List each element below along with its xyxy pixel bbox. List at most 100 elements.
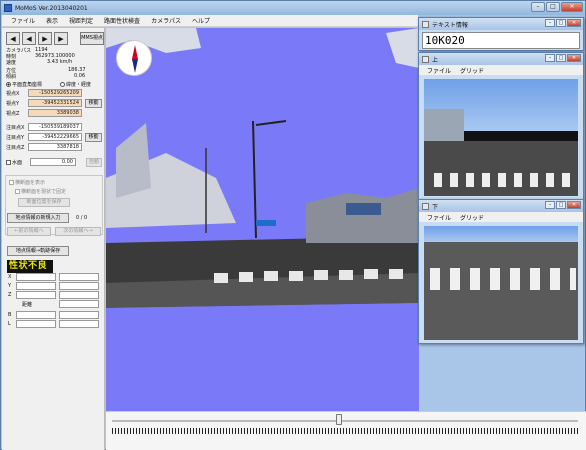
next-frame-button[interactable]: ▶	[38, 32, 52, 45]
target-move-button[interactable]: 移動	[85, 133, 102, 142]
slider-thumb[interactable]	[336, 414, 342, 425]
coord-plane-radio[interactable]: 平面直角座標	[6, 81, 42, 88]
bottom-min-button[interactable]: –	[545, 201, 555, 209]
water-checkbox[interactable]: 水面	[6, 159, 22, 166]
distance-field[interactable]	[59, 300, 99, 308]
location-save-button[interactable]: 地点情報→軌跡保存	[7, 246, 69, 256]
radio-dot-on	[6, 82, 11, 87]
window-icon	[422, 202, 429, 210]
menu-bar: ファイル 表示 視距判定 路面性状検査 カメラパス ヘルプ	[2, 15, 418, 27]
viewpoint-x-label: 視点X	[6, 91, 20, 97]
prev-location-button[interactable]: ←前の情報へ	[7, 227, 51, 236]
slider-track	[112, 420, 578, 422]
top-close-button[interactable]: ✕	[567, 54, 581, 62]
speed-label: 速度	[6, 60, 17, 66]
target-z-label: 注目点Z	[6, 145, 25, 151]
point-cloud-viewer[interactable]	[106, 28, 419, 411]
coord-latlon-radio[interactable]: 緯度・経度	[60, 81, 91, 88]
minimize-button[interactable]: –	[531, 2, 545, 12]
viewpoint-y-label: 視点Y	[6, 101, 20, 107]
top-max-button[interactable]: □	[556, 54, 566, 62]
window-icon	[422, 55, 429, 63]
show-section-label: 横断面を表示	[15, 180, 46, 186]
viewpoint-move-button[interactable]: 移動	[85, 99, 102, 108]
text-info-window: テキスト情報 – □ ✕ 10K020	[418, 17, 584, 51]
section-group: 横断面を表示 横断面を現状で固定 断面位置を保存	[5, 175, 103, 235]
speed-value: 3.43 km/h	[47, 59, 73, 65]
bottom-road	[424, 242, 578, 340]
close-button[interactable]: ✕	[561, 2, 583, 12]
radio-dot-off	[60, 82, 65, 87]
checkbox-box	[15, 189, 20, 194]
top-min-button[interactable]: –	[545, 54, 555, 62]
show-section-checkbox[interactable]: 横断面を表示	[9, 179, 45, 186]
distance-label: 距離	[22, 302, 33, 308]
top-window-title: 上	[432, 56, 439, 64]
measure-b2-field[interactable]	[59, 311, 99, 319]
location-new-button[interactable]: 地点情報の新規入力	[7, 213, 69, 223]
prev-frame-button[interactable]: ◀	[22, 32, 36, 45]
measure-b1-field[interactable]	[16, 311, 56, 319]
save-section-button[interactable]: 断面位置を保存	[18, 198, 70, 207]
measure-x2-field[interactable]	[59, 273, 99, 281]
viewpoint-z-field[interactable]: 3389038	[28, 109, 82, 117]
measure-x-label: X	[8, 274, 12, 280]
point-cloud-scene	[106, 28, 419, 411]
measure-y2-field[interactable]	[59, 282, 99, 290]
viewpoint-y-field[interactable]: -39452331524	[28, 99, 82, 107]
location-count: 0 / 0	[76, 215, 88, 221]
coord-plane-label: 平面直角座標	[12, 82, 43, 88]
first-frame-button[interactable]: ◀	[6, 32, 20, 45]
top-camera-window: 上 – □ ✕ ファイル グリッド	[418, 52, 584, 200]
text-info-title: テキスト情報	[432, 21, 468, 29]
measure-x1-field[interactable]	[16, 273, 56, 281]
measure-z1-field[interactable]	[16, 291, 56, 299]
window-title: MoMoS Ver.2013040201	[15, 4, 88, 12]
text-max-button[interactable]: □	[556, 19, 566, 27]
app-icon	[4, 4, 12, 12]
measure-l2-field[interactable]	[59, 320, 99, 328]
menu-road[interactable]: 路面性状検査	[104, 16, 140, 25]
target-x-field[interactable]: -150539189037	[28, 123, 82, 131]
measure-z2-field[interactable]	[59, 291, 99, 299]
target-y-label: 注目点Y	[6, 135, 25, 141]
last-frame-button[interactable]: ▶	[54, 32, 68, 45]
menu-campath[interactable]: カメラパス	[151, 16, 181, 25]
top-menu-grid[interactable]: グリッド	[460, 66, 484, 75]
target-y-field[interactable]: -39452229665	[28, 133, 82, 141]
maximize-button[interactable]: □	[546, 2, 560, 12]
measure-l1-field[interactable]	[16, 320, 56, 328]
menu-help[interactable]: ヘルプ	[192, 16, 210, 25]
menu-sight[interactable]: 視距判定	[69, 16, 93, 25]
compass	[116, 40, 152, 76]
measure-b-label: B	[8, 312, 12, 318]
text-info-display: 10K020	[422, 32, 580, 49]
target-z-field[interactable]: 3387818	[28, 143, 82, 151]
checkbox-box	[6, 160, 11, 165]
timeline-graph	[112, 428, 578, 434]
next-location-button[interactable]: 次の情報へ→	[55, 227, 101, 236]
water-auto-button[interactable]: 自動	[86, 158, 102, 167]
menu-file[interactable]: ファイル	[11, 16, 35, 25]
text-min-button[interactable]: –	[545, 19, 555, 27]
viewpoint-x-field[interactable]: -150529265209	[28, 89, 82, 97]
water-level-field[interactable]: 0.00	[30, 158, 76, 166]
top-road	[424, 141, 578, 196]
top-menu-file[interactable]: ファイル	[427, 66, 451, 75]
text-close-button[interactable]: ✕	[567, 19, 581, 27]
fix-section-checkbox[interactable]: 横断面を現状で固定	[15, 188, 66, 195]
water-label: 水面	[12, 160, 23, 166]
timeline-slider[interactable]	[106, 411, 586, 450]
tilt-value: 0.06	[74, 73, 86, 79]
bottom-window-title: 下	[432, 203, 439, 211]
menu-view[interactable]: 表示	[46, 16, 58, 25]
bottom-camera-image	[424, 226, 578, 340]
measure-y1-field[interactable]	[16, 282, 56, 290]
mms-view-button[interactable]: MMS視点	[80, 32, 104, 45]
measure-l-label: L	[8, 321, 11, 327]
bottom-menu-grid[interactable]: グリッド	[460, 213, 484, 222]
bottom-close-button[interactable]: ✕	[567, 201, 581, 209]
bottom-crosswalk	[430, 268, 576, 290]
bottom-max-button[interactable]: □	[556, 201, 566, 209]
bottom-menu-file[interactable]: ファイル	[427, 213, 451, 222]
